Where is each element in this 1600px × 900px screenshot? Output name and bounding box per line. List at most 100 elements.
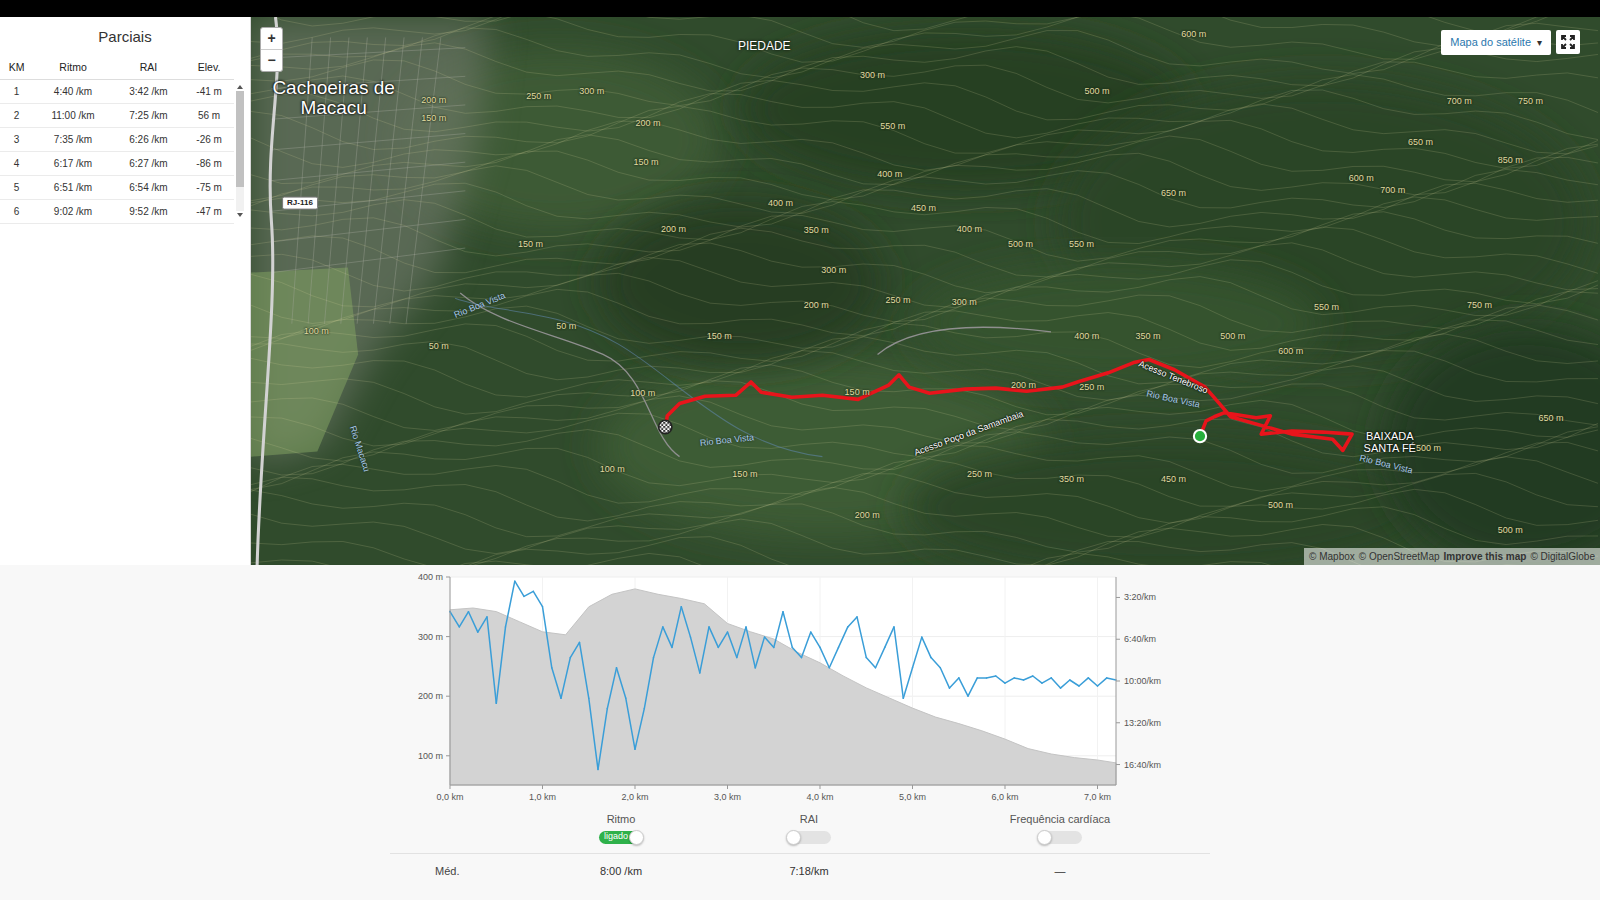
contour-label: 550 m — [1069, 240, 1094, 250]
split-row[interactable]: 56:51 /km6:54 /km-75 m — [0, 176, 234, 200]
split-row[interactable]: 69:02 /km9:52 /km-47 m — [0, 200, 234, 224]
pace-segment — [922, 637, 931, 658]
split-cell: 4:40 /km — [33, 80, 113, 104]
split-row[interactable]: 37:35 /km6:26 /km-26 m — [0, 128, 234, 152]
toggle-knob[interactable] — [786, 830, 801, 845]
tick — [635, 785, 636, 789]
contour-label: 500 m — [1084, 87, 1109, 97]
split-cell: 3:42 /km — [113, 80, 184, 104]
average-value: — — [917, 863, 1203, 880]
splits-header: KMRitmoRAIElev. — [0, 56, 234, 80]
dirt-road — [460, 293, 679, 457]
split-cell: 5 — [0, 176, 33, 200]
scroll-down-icon[interactable] — [237, 213, 243, 217]
pace-segment — [691, 637, 700, 673]
toggle-state: ligado — [599, 830, 628, 844]
axis-label: 0,0 km — [436, 792, 463, 801]
layer-button[interactable]: Mapa do satélite▾ — [1441, 30, 1551, 55]
elevation-pace-chart[interactable]: 400 m300 m200 m100 m3:20/km6:40/km10:00/… — [390, 569, 1190, 801]
street — [390, 37, 423, 323]
satellite-map[interactable] — [251, 17, 1600, 565]
contour-line — [251, 212, 1598, 261]
route-line — [665, 360, 1352, 451]
toggle-switch[interactable] — [1038, 831, 1082, 844]
finish-marker-icon[interactable] — [659, 420, 672, 433]
scroll-up-icon[interactable] — [237, 85, 243, 89]
pace-segment — [478, 617, 487, 632]
shield-label: RJ-116 — [282, 197, 318, 210]
street — [271, 134, 465, 150]
zoom-out-button[interactable]: − — [261, 49, 282, 71]
tick — [446, 755, 450, 756]
series-toggles: RitmoligadoRAIFrequência cardíaca — [390, 811, 1210, 844]
split-row[interactable]: 14:40 /km3:42 /km-41 m — [0, 80, 234, 104]
split-cell: 6:26 /km — [113, 128, 184, 152]
splits-table: KMRitmoRAIElev.14:40 /km3:42 /km-41 m211… — [0, 56, 234, 225]
layer-label: Mapa do satélite — [1450, 36, 1531, 48]
tick — [446, 696, 450, 697]
street — [271, 248, 465, 273]
contour-label: 500 m — [1498, 526, 1523, 536]
contour-line — [251, 90, 1598, 140]
contour-label: 250 m — [526, 92, 551, 102]
fullscreen-button[interactable] — [1556, 30, 1580, 54]
contour-label: 350 m — [1059, 475, 1084, 485]
split-row[interactable]: 46:17 /km6:27 /km-86 m — [0, 152, 234, 176]
pace-segment — [459, 612, 468, 627]
contour-label: 600 m — [1181, 30, 1206, 40]
scroll-track[interactable] — [236, 91, 244, 211]
river-label: Rio Boa Vista — [453, 292, 507, 322]
contour-line — [251, 17, 1598, 31]
highway — [257, 17, 277, 565]
pace-segment — [654, 627, 663, 658]
split-cell: 6:27 /km — [113, 152, 184, 176]
scroll-thumb[interactable] — [236, 91, 244, 187]
improve-map-link[interactable]: Improve this map — [1444, 551, 1527, 562]
fullscreen-icon[interactable] — [1561, 35, 1575, 49]
arrow — [1562, 36, 1566, 40]
toggle-switch[interactable] — [787, 831, 831, 844]
contour-label: 300 m — [821, 266, 846, 276]
contour-line — [251, 320, 1598, 368]
contour-label: 450 m — [911, 204, 936, 214]
pace-segment — [829, 647, 838, 667]
contour-line — [251, 519, 1598, 565]
splits-title: Parciais — [0, 17, 250, 56]
contour-label: 700 m — [1447, 97, 1472, 107]
chart-box: 400 m300 m200 m100 m3:20/km6:40/km10:00/… — [390, 565, 1210, 879]
contour-line — [251, 427, 1598, 475]
split-row[interactable]: 211:00 /km7:25 /km56 m — [0, 104, 234, 128]
contour-label: 200 m — [661, 225, 686, 235]
toggle-knob[interactable] — [1037, 830, 1052, 845]
average-value: 8:00 /km — [541, 863, 701, 880]
toggle-switch[interactable]: ligado — [599, 831, 643, 844]
column-header: Ritmo — [33, 56, 113, 80]
axis-label: 100 m — [418, 751, 443, 761]
map[interactable]: 200 m250 m300 m200 m150 m150 m200 m400 m… — [251, 17, 1600, 565]
toggle-knob[interactable] — [629, 830, 644, 845]
arrow — [1570, 44, 1574, 48]
pace-segment — [663, 627, 672, 648]
zoom-control: +− — [260, 27, 283, 72]
tick — [1116, 639, 1120, 640]
grid-line — [1097, 577, 1098, 785]
tick — [1116, 722, 1120, 723]
contour-label: 300 m — [579, 87, 604, 97]
contour-label: 50 m — [556, 322, 576, 332]
start-marker-icon[interactable] — [1194, 430, 1206, 442]
contour-label: 400 m — [768, 199, 793, 209]
split-cell: 7:25 /km — [113, 104, 184, 128]
pace-segment — [987, 676, 996, 678]
split-cell: 56 m — [184, 104, 234, 128]
pace-segment — [1107, 678, 1116, 680]
road-label: Acesso Poço da Samambaia — [913, 410, 1025, 459]
pace-segment — [950, 678, 959, 688]
contour-line — [251, 227, 1598, 277]
splits-body: KMRitmoRAIElev.14:40 /km3:42 /km-41 m211… — [0, 56, 250, 225]
axis-label: 3:20/km — [1124, 592, 1156, 602]
zoom-in-button[interactable]: + — [261, 28, 282, 49]
contour-label: 50 m — [429, 342, 449, 352]
scrollbar[interactable] — [236, 83, 244, 225]
attribution-item: © DigitalGlobe — [1530, 551, 1595, 562]
tick — [1116, 681, 1120, 682]
